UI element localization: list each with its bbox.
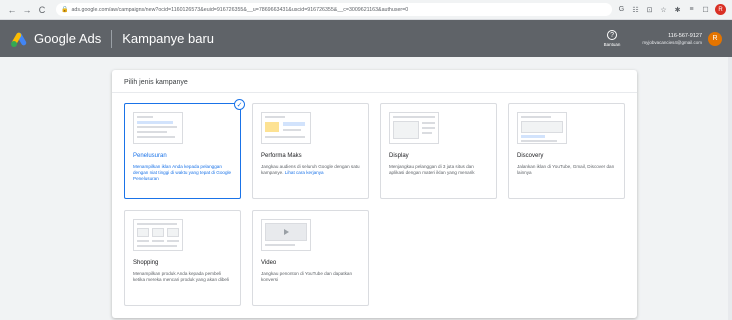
extension-icons: G ☷ ⊡ ☆ ✱ ≡ ☐ R (617, 4, 726, 15)
check-icon: ✓ (234, 99, 245, 110)
browser-profile-icon[interactable]: R (715, 4, 726, 15)
ads-header: Google Ads Kampanye baru ? Bantuan 116-5… (0, 20, 732, 57)
back-icon[interactable]: ← (6, 4, 18, 16)
panel-divider (112, 92, 637, 93)
campaign-card-shopping[interactable]: Shopping Menampilkan produk Anda kepada … (124, 210, 241, 306)
browser-toolbar: ← → C 🔒 ads.google.com/aw/campaigns/new?… (0, 0, 732, 20)
video-thumbnail-icon (261, 219, 311, 251)
card-title: Penelusuran (133, 153, 167, 159)
reading-list-icon[interactable]: ≡ (687, 5, 696, 14)
campaign-card-display[interactable]: Display Menjangkau pelanggan di 3 juta s… (380, 103, 497, 199)
card-description: Jangkau penonton di YouTube dan dapatkan… (261, 271, 353, 282)
performance-max-thumbnail-icon (261, 112, 311, 144)
page-title: Kampanye baru (122, 31, 214, 46)
address-bar[interactable]: 🔒 ads.google.com/aw/campaigns/new?ocid=1… (56, 3, 612, 16)
window-icon[interactable]: ☐ (701, 5, 710, 14)
card-title: Discovery (517, 153, 544, 159)
card-title: Display (389, 153, 409, 159)
panel-title: Pilih jenis kampanye (124, 79, 188, 86)
card-description: Jangkau audiens di seluruh Google dengan… (261, 164, 361, 176)
card-title: Video (261, 260, 277, 266)
shopping-thumbnail-icon (133, 219, 183, 251)
card-title: Performa Maks (261, 153, 302, 159)
card-description: Menjangkau pelanggan di 3 juta situs dan… (389, 164, 475, 175)
account-id: 116-567-9127 (668, 32, 702, 39)
account-email: myjobvacancies4@gmail.com (642, 39, 702, 45)
campaign-card-video[interactable]: Video Jangkau penonton di YouTube dan da… (252, 210, 369, 306)
url-text: ads.google.com/aw/campaigns/new?ocid=116… (71, 6, 409, 13)
grid-extension-icon[interactable]: ☷ (631, 5, 640, 14)
puzzle-icon[interactable]: ✱ (673, 5, 682, 14)
learn-how-link[interactable]: Lihat cara kerjanya (285, 170, 324, 175)
brand-name[interactable]: Google Ads (34, 31, 101, 46)
lock-icon: 🔒 (61, 7, 69, 13)
account-info[interactable]: 116-567-9127 myjobvacancies4@gmail.com (642, 33, 702, 45)
header-divider (111, 29, 113, 48)
help-label: Bantuan (603, 42, 621, 47)
card-description: Menampilkan produk Anda kepada pembeli k… (133, 271, 230, 282)
forward-icon[interactable]: → (21, 4, 33, 16)
google-extension-icon[interactable]: G (617, 5, 626, 14)
star-icon[interactable]: ☆ (659, 5, 668, 14)
campaign-type-panel: Pilih jenis kampanye ✓ Penelusuran Menam… (112, 70, 637, 318)
discovery-thumbnail-icon (517, 112, 567, 144)
avatar[interactable]: R (708, 31, 722, 46)
help-icon: ? (607, 30, 618, 40)
help-button[interactable]: ? Bantuan (603, 30, 621, 47)
share-icon[interactable]: ⊡ (645, 5, 654, 14)
google-ads-logo-icon[interactable] (10, 31, 28, 47)
campaign-card-search[interactable]: ✓ Penelusuran Menampilkan iklan Anda kep… (124, 99, 245, 199)
scrollbar[interactable] (728, 57, 732, 320)
card-title: Shopping (133, 260, 159, 266)
display-thumbnail-icon (389, 112, 439, 144)
campaign-card-discovery[interactable]: Discovery Jalankan iklan di YouTube, Gma… (508, 103, 625, 199)
card-description: Jalankan iklan di YouTube, Gmail, Discov… (517, 164, 615, 175)
campaign-card-performance-max[interactable]: Performa Maks Jangkau audiens di seluruh… (252, 103, 369, 199)
search-thumbnail-icon (133, 112, 183, 144)
reload-icon[interactable]: C (36, 4, 48, 16)
card-description: Menampilkan iklan Anda kepada pelanggan … (133, 164, 232, 181)
